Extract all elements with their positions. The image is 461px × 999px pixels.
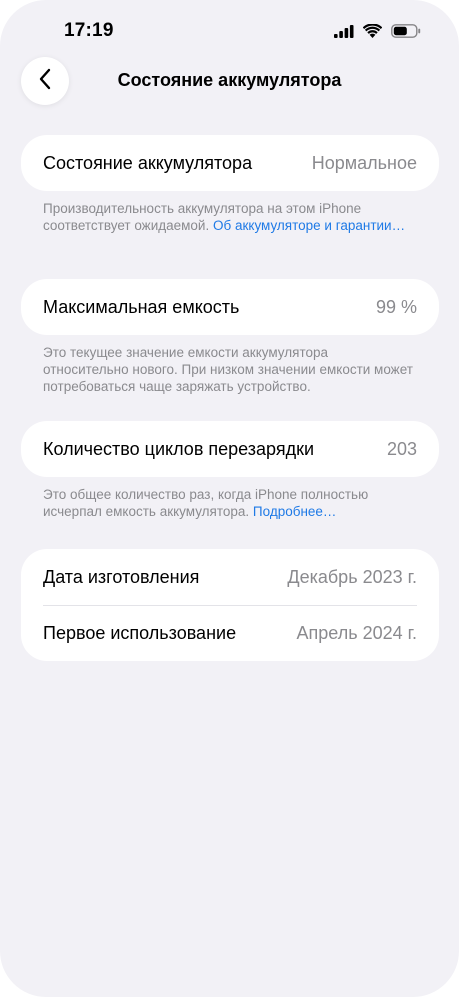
cellular-signal-icon [334,24,354,38]
status-icons [334,20,421,42]
first-use-label: Первое использование [43,622,237,643]
battery-health-row[interactable]: Состояние аккумулятора Нормальное [21,135,439,191]
cycle-count-label: Количество циклов перезарядки [43,438,315,459]
max-capacity-label: Максимальная емкость [43,296,240,317]
manufacture-date-row: Дата изготовления Декабрь 2023 г. [21,549,439,605]
first-use-row: Первое использование Апрель 2024 г. [21,605,439,661]
battery-health-card: Состояние аккумулятора Нормальное [21,135,439,191]
first-use-value: Апрель 2024 г. [296,622,417,643]
battery-warranty-link[interactable]: Об аккумуляторе и гарантии… [213,218,405,233]
battery-icon [391,24,421,38]
learn-more-link[interactable]: Подробнее… [253,504,337,519]
settings-screen: 17:19 Состояние аккумулятора Состояние а… [0,0,459,997]
manufacture-date-label: Дата изготовления [43,566,200,587]
wifi-icon [363,24,382,38]
status-time: 17:19 [64,20,114,41]
cycle-count-footnote: Это общее количество раз, когда iPhone п… [43,486,413,520]
manufacture-date-value: Декабрь 2023 г. [287,566,417,587]
battery-health-label: Состояние аккумулятора [43,152,253,173]
max-capacity-row: Максимальная емкость 99 % [21,279,439,335]
max-capacity-value: 99 % [375,296,417,317]
max-capacity-card: Максимальная емкость 99 % [21,279,439,335]
cycle-count-row: Количество циклов перезарядки 203 [21,421,439,477]
cycle-count-card: Количество циклов перезарядки 203 [21,421,439,477]
max-capacity-footnote: Это текущее значение емкости аккумулятор… [43,345,413,394]
cycle-count-value: 203 [386,438,417,459]
battery-health-footnote: Производительность аккумулятора на этом … [43,200,413,234]
page-title: Состояние аккумулятора [117,70,342,90]
battery-health-value: Нормальное [311,152,417,173]
dates-card: Дата изготовления Декабрь 2023 г. Первое… [21,549,439,661]
